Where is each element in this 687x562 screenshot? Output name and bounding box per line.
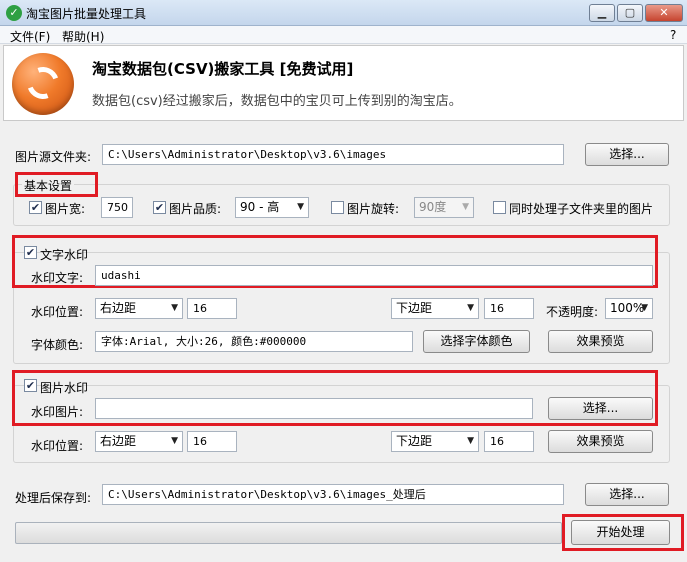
rotate-select[interactable]: 90度 ▼ (414, 197, 474, 218)
image-h-offset-input[interactable]: 16 (187, 431, 237, 452)
chevron-down-icon: ▼ (462, 202, 469, 212)
maximize-button[interactable]: ▢ (617, 4, 643, 22)
image-watermark-checkbox[interactable]: ✔ (24, 379, 37, 392)
image-position-label: 水印位置: (31, 439, 84, 453)
chevron-down-icon: ▼ (171, 436, 178, 446)
watermark-image-choose-button[interactable]: 选择... (548, 397, 653, 420)
refresh-arrows-icon (21, 61, 65, 105)
width-input[interactable]: 750 (101, 197, 133, 218)
chevron-down-icon: ▼ (467, 303, 474, 313)
basic-settings-label: 基本设置 (22, 177, 75, 194)
text-h-position-select[interactable]: 右边距 ▼ (95, 298, 183, 319)
watermark-text-input[interactable]: udashi (95, 265, 653, 286)
menu-help[interactable]: 帮助(H) (62, 28, 104, 45)
opacity-label: 不透明度: (546, 305, 599, 319)
banner-subtitle: 数据包(csv)经过搬家后，数据包中的宝贝可上传到别的淘宝店。 (92, 94, 462, 109)
text-watermark-checkbox[interactable]: ✔ (24, 246, 37, 259)
text-h-position-value: 右边距 (100, 301, 137, 315)
font-color-label: 字体颜色: (31, 338, 84, 352)
help-question-button[interactable]: ? (670, 28, 676, 42)
quality-select[interactable]: 90 - 高 ▼ (235, 197, 309, 218)
output-folder-input[interactable]: C:\Users\Administrator\Desktop\v3.6\imag… (102, 484, 564, 505)
minimize-button[interactable]: ▁ (589, 4, 615, 22)
text-position-label: 水印位置: (31, 305, 84, 319)
width-checkbox[interactable]: ✔ (29, 201, 42, 214)
start-processing-button[interactable]: 开始处理 (571, 520, 670, 545)
image-v-offset-input[interactable]: 16 (484, 431, 534, 452)
watermark-image-label: 水印图片: (31, 405, 84, 419)
rotate-select-value: 90度 (419, 200, 447, 214)
image-watermark-label: 图片水印 (40, 381, 89, 395)
window-title: 淘宝图片批量处理工具 (26, 7, 147, 21)
subfolder-checkbox[interactable] (493, 201, 506, 214)
image-h-position-value: 右边距 (100, 434, 137, 448)
image-v-position-select[interactable]: 下边距 ▼ (391, 431, 479, 452)
output-folder-label: 处理后保存到: (15, 491, 92, 505)
width-label: 图片宽: (45, 202, 86, 216)
quality-checkbox[interactable]: ✔ (153, 201, 166, 214)
choose-font-color-button[interactable]: 选择字体颜色 (423, 330, 530, 353)
text-v-position-value: 下边距 (396, 301, 433, 315)
progress-bar (15, 522, 562, 544)
subfolder-label: 同时处理子文件夹里的图片 (509, 202, 654, 216)
source-folder-label: 图片源文件夹: (15, 150, 92, 164)
text-v-position-select[interactable]: 下边距 ▼ (391, 298, 479, 319)
text-preview-button[interactable]: 效果预览 (548, 330, 653, 353)
quality-label: 图片品质: (169, 202, 222, 216)
chevron-down-icon: ▼ (297, 202, 304, 212)
font-color-input[interactable]: 字体:Arial, 大小:26, 颜色:#000000 (95, 331, 413, 352)
rotate-label: 图片旋转: (347, 202, 400, 216)
output-folder-choose-button[interactable]: 选择... (585, 483, 669, 506)
quality-select-value: 90 - 高 (240, 200, 280, 214)
chevron-down-icon: ▼ (467, 436, 474, 446)
text-v-offset-input[interactable]: 16 (484, 298, 534, 319)
image-v-position-value: 下边距 (396, 434, 433, 448)
watermark-image-input[interactable] (95, 398, 533, 419)
watermark-text-label: 水印文字: (31, 271, 84, 285)
menu-file[interactable]: 文件(F) (10, 28, 50, 45)
chevron-down-icon: ▼ (641, 303, 648, 313)
opacity-value: 100% (610, 301, 645, 315)
rotate-checkbox[interactable] (331, 201, 344, 214)
source-folder-input[interactable]: C:\Users\Administrator\Desktop\v3.6\imag… (102, 144, 564, 165)
image-preview-button[interactable]: 效果预览 (548, 430, 653, 453)
chevron-down-icon: ▼ (171, 303, 178, 313)
header-banner: 淘宝数据包(CSV)搬家工具 [免费试用] 数据包(csv)经过搬家后，数据包中… (3, 45, 684, 121)
check-icon: ✓ (6, 5, 22, 21)
source-folder-choose-button[interactable]: 选择... (585, 143, 669, 166)
banner-title: 淘宝数据包(CSV)搬家工具 [免费试用] (92, 60, 354, 78)
text-h-offset-input[interactable]: 16 (187, 298, 237, 319)
text-watermark-label: 文字水印 (40, 248, 89, 262)
opacity-select[interactable]: 100% ▼ (605, 298, 653, 319)
refresh-logo-icon (12, 53, 74, 115)
image-h-position-select[interactable]: 右边距 ▼ (95, 431, 183, 452)
close-button[interactable]: ✕ (645, 4, 683, 22)
